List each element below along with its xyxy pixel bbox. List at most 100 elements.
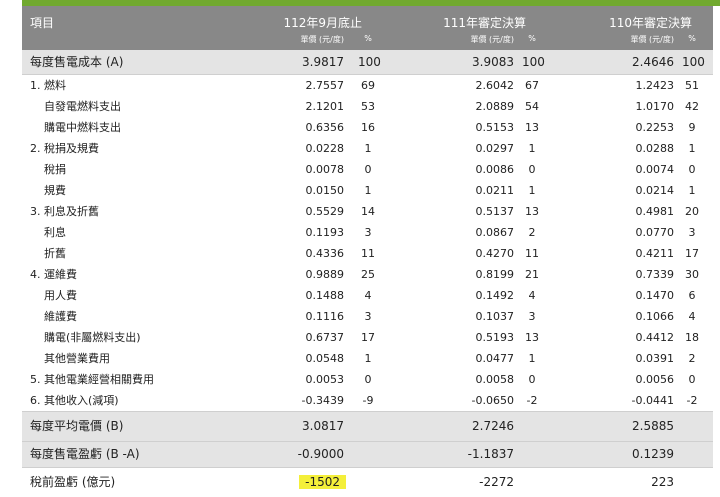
row-percent: 0 xyxy=(688,373,696,386)
row-value: 0.0074 xyxy=(635,163,675,176)
table-body: 每度售電成本 (A) 3.9817 100 3.9083 100 2.4646 100 1. … xyxy=(22,50,720,497)
header-unit-2: 單價 (元/度) xyxy=(470,35,514,44)
row-percent: 17 xyxy=(685,247,699,260)
table-row: 利息 0.1193 3 0.0867 2 0.0770 3 xyxy=(22,222,720,243)
table-row: 4. 運維費 0.9889 25 0.8199 21 0.7339 30 xyxy=(22,264,720,285)
row-value: 0.1492 xyxy=(475,289,515,302)
row-percent: 67 xyxy=(525,79,539,92)
row-percent: 3 xyxy=(364,310,372,323)
table-header: 項目 112年9月底止 111年審定決算 110年審定決算 單價 (元/度) %… xyxy=(22,6,720,50)
header-pct-2: % xyxy=(528,34,536,43)
row-percent: 13 xyxy=(525,121,539,134)
row-label: 購電中燃料支出 xyxy=(44,121,121,134)
table-row: 每度售電成本 (A) 3.9817 100 3.9083 100 2.4646 100 xyxy=(22,50,720,75)
row-value: 2.0889 xyxy=(475,100,515,113)
table-row: 每度平均電價 (B) 3.0817 2.7246 2.5885 xyxy=(22,412,720,442)
row-percent: -2 xyxy=(526,394,538,407)
header-col1: 112年9月底止 xyxy=(283,16,362,30)
row-label: 稅前盈虧 (億元) xyxy=(30,475,116,489)
row-value: -2272 xyxy=(479,475,514,489)
row-label: 5. 其他電業經營相關費用 xyxy=(30,373,154,386)
row-value: -0.9000 xyxy=(297,447,344,461)
row-value: 0.4211 xyxy=(635,247,675,260)
row-label: 每度售電成本 (A) xyxy=(30,55,124,69)
row-percent: 13 xyxy=(525,331,539,344)
row-value: -0.0650 xyxy=(471,394,514,407)
row-value: 3.9817 xyxy=(302,55,344,69)
row-percent xyxy=(682,468,702,497)
row-percent: 25 xyxy=(361,268,375,281)
row-label: 每度平均電價 (B) xyxy=(30,419,124,433)
row-label: 規費 xyxy=(44,184,66,197)
row-value: 3.0817 xyxy=(302,419,344,433)
row-value: 0.0391 xyxy=(635,352,675,365)
row-value: 0.6356 xyxy=(305,121,345,134)
row-percent: 1 xyxy=(364,352,372,365)
header-col2: 111年審定決算 xyxy=(443,16,526,30)
row-value: 0.5153 xyxy=(475,121,515,134)
row-percent: 9 xyxy=(688,121,696,134)
row-percent xyxy=(358,412,378,441)
table-row: 稅前盈虧 (億元) -1502 -2272 223 xyxy=(22,468,720,497)
table-row: 購電中燃料支出 0.6356 16 0.5153 13 0.2253 9 xyxy=(22,117,720,138)
row-label: 每度售電盈虧 (B -A) xyxy=(30,447,140,461)
row-percent: 100 xyxy=(358,55,381,69)
row-percent: 17 xyxy=(361,331,375,344)
row-label: 購電(非屬燃料支出) xyxy=(44,331,141,344)
row-value: 0.0086 xyxy=(475,163,515,176)
row-value: 0.1470 xyxy=(635,289,675,302)
row-percent: 2 xyxy=(688,352,696,365)
row-value: -0.0441 xyxy=(631,394,674,407)
header-unit-1: 單價 (元/度) xyxy=(300,35,344,44)
table-row: 用人費 0.1488 4 0.1492 4 0.1470 6 xyxy=(22,285,720,306)
row-value: 0.9889 xyxy=(305,268,345,281)
row-label: 3. 利息及折舊 xyxy=(30,205,99,218)
row-value: 2.7246 xyxy=(472,419,514,433)
row-value: -0.3439 xyxy=(301,394,344,407)
row-percent: 1 xyxy=(688,184,696,197)
row-value: 0.0548 xyxy=(305,352,345,365)
row-percent: 18 xyxy=(685,331,699,344)
row-label: 折舊 xyxy=(44,247,66,260)
row-value: 0.5193 xyxy=(475,331,515,344)
row-percent: 3 xyxy=(688,226,696,239)
row-percent: 42 xyxy=(685,100,699,113)
row-value: 0.4336 xyxy=(305,247,345,260)
row-value: 0.5529 xyxy=(305,205,345,218)
row-value: 1.2423 xyxy=(635,79,675,92)
row-value: 0.1239 xyxy=(632,447,674,461)
row-value: 0.0867 xyxy=(475,226,515,239)
table-row: 1. 燃料 2.7557 69 2.6042 67 1.2423 51 xyxy=(22,75,720,96)
header-pct-3: % xyxy=(688,34,696,43)
row-value: 0.1193 xyxy=(305,226,345,239)
row-value: 223 xyxy=(651,475,674,489)
row-value: 0.0078 xyxy=(305,163,345,176)
row-value: 2.5885 xyxy=(632,419,674,433)
row-percent: 54 xyxy=(525,100,539,113)
row-percent: 3 xyxy=(528,310,536,323)
row-value: 0.0214 xyxy=(635,184,675,197)
header-col3: 110年審定決算 xyxy=(609,16,692,30)
row-value: 2.4646 xyxy=(632,55,674,69)
row-percent xyxy=(522,442,542,467)
cost-table: 項目 112年9月底止 111年審定決算 110年審定決算 單價 (元/度) %… xyxy=(22,6,720,497)
row-percent: 20 xyxy=(685,205,699,218)
row-percent xyxy=(522,412,542,441)
table-row: 5. 其他電業經營相關費用 0.0053 0 0.0058 0 0.0056 0 xyxy=(22,369,720,390)
table-row: 維護費 0.1116 3 0.1037 3 0.1066 4 xyxy=(22,306,720,327)
row-value: 0.2253 xyxy=(635,121,675,134)
row-percent: 1 xyxy=(528,142,536,155)
row-percent: 13 xyxy=(525,205,539,218)
row-percent xyxy=(682,412,702,441)
row-percent: 3 xyxy=(364,226,372,239)
row-label: 4. 運維費 xyxy=(30,268,77,281)
row-percent: 0 xyxy=(528,373,536,386)
row-label: 利息 xyxy=(44,226,66,239)
row-value: 0.1066 xyxy=(635,310,675,323)
row-value: 0.1116 xyxy=(305,310,345,323)
header-unit-3: 單價 (元/度) xyxy=(630,35,674,44)
row-value: 0.0297 xyxy=(475,142,515,155)
row-value: 1.0170 xyxy=(635,100,675,113)
row-percent xyxy=(358,442,378,467)
highlighted-loss-value: -1502 xyxy=(299,475,346,489)
